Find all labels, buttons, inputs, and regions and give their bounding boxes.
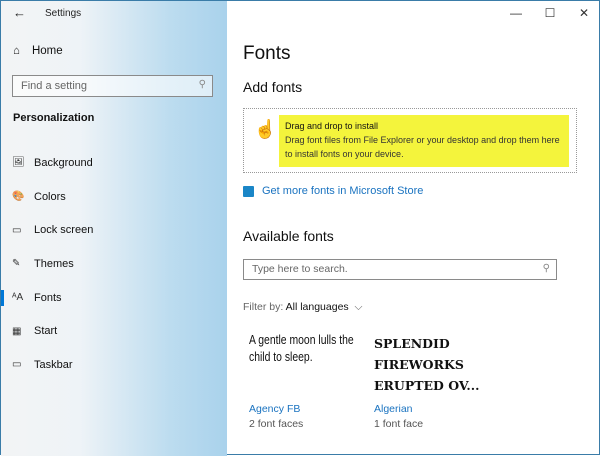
sidebar-item-themes[interactable]: ✎ Themes: [1, 247, 227, 281]
find-setting-input[interactable]: Find a setting ⚲: [12, 75, 213, 97]
home-icon: ⌂: [13, 45, 20, 57]
fonts-icon: ᴬA: [12, 292, 24, 304]
drop-zone[interactable]: ☝ Drag and drop to install Drag font fil…: [243, 108, 577, 173]
font-faces: 1 font face: [374, 418, 424, 430]
sidebar-item-label: Lock screen: [34, 224, 94, 237]
sidebar-item-colors[interactable]: 🎨 Colors: [1, 180, 227, 214]
taskbar-icon: ▭: [12, 359, 22, 371]
drop-title: Drag and drop to install: [285, 121, 379, 131]
font-name: Agency FB: [249, 403, 301, 415]
filter-label: Filter by:: [243, 301, 284, 313]
search-icon: ⚲: [198, 79, 206, 90]
font-sample: SPLENDID FIREWORKS ERUPTED OV...: [374, 336, 480, 393]
sidebar-item-label: Colors: [34, 190, 66, 203]
sidebar-item-label: Taskbar: [34, 358, 73, 371]
page-title: Fonts: [243, 43, 291, 64]
store-link-label: Get more fonts in Microsoft Store: [262, 185, 424, 197]
font-search-input[interactable]: Type here to search. ⚲: [243, 259, 557, 280]
filter-value: All languages: [285, 301, 349, 313]
themes-icon: ✎: [12, 258, 21, 270]
window-title: Settings: [45, 8, 82, 19]
lock-screen-icon: ▭: [12, 224, 22, 236]
font-card-agency-fb[interactable]: A gentle moon lulls the child to sleep. …: [249, 331, 369, 430]
palette-icon: 🎨: [12, 191, 25, 203]
sidebar-item-taskbar[interactable]: ▭ Taskbar: [1, 348, 227, 382]
add-fonts-heading: Add fonts: [243, 79, 303, 95]
chevron-down-icon: ⌵: [351, 301, 363, 313]
sidebar-item-lock-screen[interactable]: ▭ Lock screen: [1, 213, 227, 247]
store-link[interactable]: Get more fonts in Microsoft Store: [243, 185, 423, 197]
section-heading: Personalization: [13, 112, 95, 124]
drop-description: Drag font files from File Explorer or yo…: [285, 135, 560, 159]
sidebar-item-label: Start: [34, 325, 58, 338]
font-card-algerian[interactable]: SPLENDID FIREWORKS ERUPTED OV... Algeria…: [374, 331, 504, 430]
search-placeholder: Type here to search.: [252, 263, 348, 275]
sidebar-item-label: Fonts: [34, 291, 62, 304]
hand-cursor-icon: ☝: [254, 119, 277, 139]
start-icon: ▦: [12, 325, 22, 337]
home-label: Home: [31, 45, 63, 57]
sidebar-item-fonts[interactable]: ᴬA Fonts: [1, 281, 227, 315]
font-name: Algerian: [374, 403, 413, 415]
font-sample: A gentle moon lulls the child to sleep.: [249, 332, 354, 364]
maximize-button[interactable]: ☐: [533, 1, 567, 25]
font-faces: 2 font faces: [249, 418, 304, 430]
search-icon: ⚲: [542, 263, 550, 274]
available-fonts-heading: Available fonts: [243, 228, 334, 244]
minimize-button[interactable]: —: [499, 1, 533, 25]
filter-dropdown[interactable]: Filter by: All languages ⌵: [243, 301, 362, 314]
back-button[interactable]: ←: [13, 5, 26, 20]
close-button[interactable]: ✕: [567, 1, 600, 25]
drop-instructions: Drag and drop to install Drag font files…: [279, 115, 569, 167]
sidebar-item-label: Themes: [34, 257, 74, 270]
sidebar-item-label: Background: [34, 156, 93, 169]
search-placeholder: Find a setting: [21, 80, 88, 92]
sidebar-home[interactable]: ⌂ Home: [13, 45, 63, 57]
background-icon: 🖼: [12, 157, 25, 169]
sidebar-item-start[interactable]: ▦ Start: [1, 314, 227, 348]
title-bar: ← Settings — ☐ ✕: [1, 1, 600, 27]
sidebar-item-background[interactable]: 🖼 Background: [1, 146, 227, 180]
sidebar-nav: 🖼 Background 🎨 Colors ▭ Lock screen ✎ Themes…: [1, 146, 227, 382]
store-icon: [243, 185, 254, 197]
